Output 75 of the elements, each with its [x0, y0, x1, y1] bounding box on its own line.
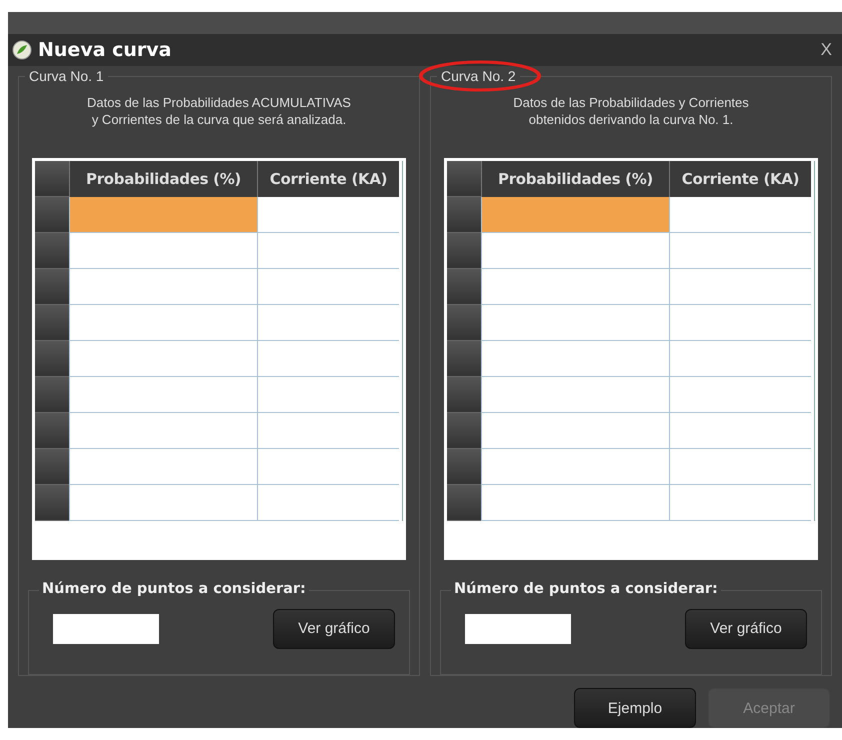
table-cell[interactable] [669, 485, 811, 521]
chart-button[interactable]: Ver gráfico [273, 608, 395, 649]
table-cell[interactable] [669, 377, 811, 413]
row-header[interactable] [35, 485, 69, 521]
corner-header [35, 161, 69, 197]
points-label: Número de puntos a considerar: [39, 580, 309, 597]
close-button[interactable]: X [816, 40, 836, 60]
column-header: Corriente (KA) [669, 161, 811, 197]
description-line: Datos de las Probabilidades ACUMULATIVAS [87, 94, 351, 111]
row-header[interactable] [447, 413, 481, 449]
row-header[interactable] [447, 233, 481, 269]
table-cell[interactable] [257, 269, 399, 305]
row-header[interactable] [447, 341, 481, 377]
table-cell[interactable] [481, 197, 669, 233]
table-cell[interactable] [257, 413, 399, 449]
table-cell[interactable] [481, 449, 669, 485]
column-header: Corriente (KA) [257, 161, 399, 197]
table-cell[interactable] [69, 197, 257, 233]
row-header[interactable] [35, 449, 69, 485]
table-cell[interactable] [69, 485, 257, 521]
chart-button[interactable]: Ver gráfico [685, 608, 807, 649]
table-cell[interactable] [257, 305, 399, 341]
table-cell[interactable] [69, 413, 257, 449]
table-cell[interactable] [69, 233, 257, 269]
table-cell[interactable] [257, 233, 399, 269]
table-cell[interactable] [257, 449, 399, 485]
description-line: y Corrientes de la curva que será analizada. [92, 111, 346, 128]
dialog-button[interactable]: Ejemplo [574, 688, 696, 728]
table-cell[interactable] [257, 377, 399, 413]
table-cell[interactable] [481, 305, 669, 341]
row-header[interactable] [35, 305, 69, 341]
table-cell[interactable] [669, 413, 811, 449]
row-header[interactable] [447, 305, 481, 341]
table-cell[interactable] [481, 269, 669, 305]
corner-header [447, 161, 481, 197]
input-field[interactable] [53, 614, 159, 644]
table-cell[interactable] [481, 377, 669, 413]
window-title: Nueva curva [38, 39, 172, 61]
points-label: Número de puntos a considerar: [451, 580, 721, 597]
group-legend: Curva No. 1 [25, 68, 108, 84]
row-header[interactable] [35, 377, 69, 413]
row-header[interactable] [447, 449, 481, 485]
table-cell[interactable] [669, 269, 811, 305]
table-cell[interactable] [257, 197, 399, 233]
table-cell[interactable] [257, 485, 399, 521]
table-cell[interactable] [669, 197, 811, 233]
table-cell[interactable] [669, 341, 811, 377]
table-cell[interactable] [69, 377, 257, 413]
table-cell[interactable] [69, 305, 257, 341]
row-header[interactable] [35, 197, 69, 233]
row-header[interactable] [447, 485, 481, 521]
row-header[interactable] [35, 233, 69, 269]
table-cell[interactable] [669, 305, 811, 341]
table-cell[interactable] [481, 413, 669, 449]
column-header: Probabilidades (%) [481, 161, 669, 197]
input-field[interactable] [465, 614, 571, 644]
table-cell[interactable] [481, 485, 669, 521]
table-cell[interactable] [69, 269, 257, 305]
table-cell[interactable] [69, 449, 257, 485]
row-header[interactable] [447, 269, 481, 305]
table-cell[interactable] [257, 341, 399, 377]
table-cell[interactable] [669, 449, 811, 485]
row-header[interactable] [35, 413, 69, 449]
row-header[interactable] [447, 197, 481, 233]
table-cell[interactable] [481, 233, 669, 269]
column-header: Probabilidades (%) [69, 161, 257, 197]
description-line: obtenidos derivando la curva No. 1. [528, 111, 734, 128]
table-cell[interactable] [481, 341, 669, 377]
description-line: Datos de las Probabilidades y Corrientes [513, 94, 749, 111]
row-header[interactable] [35, 269, 69, 305]
table-cell[interactable] [669, 233, 811, 269]
table-cell[interactable] [69, 341, 257, 377]
row-header[interactable] [35, 341, 69, 377]
app-icon [12, 40, 32, 60]
row-header[interactable] [447, 377, 481, 413]
